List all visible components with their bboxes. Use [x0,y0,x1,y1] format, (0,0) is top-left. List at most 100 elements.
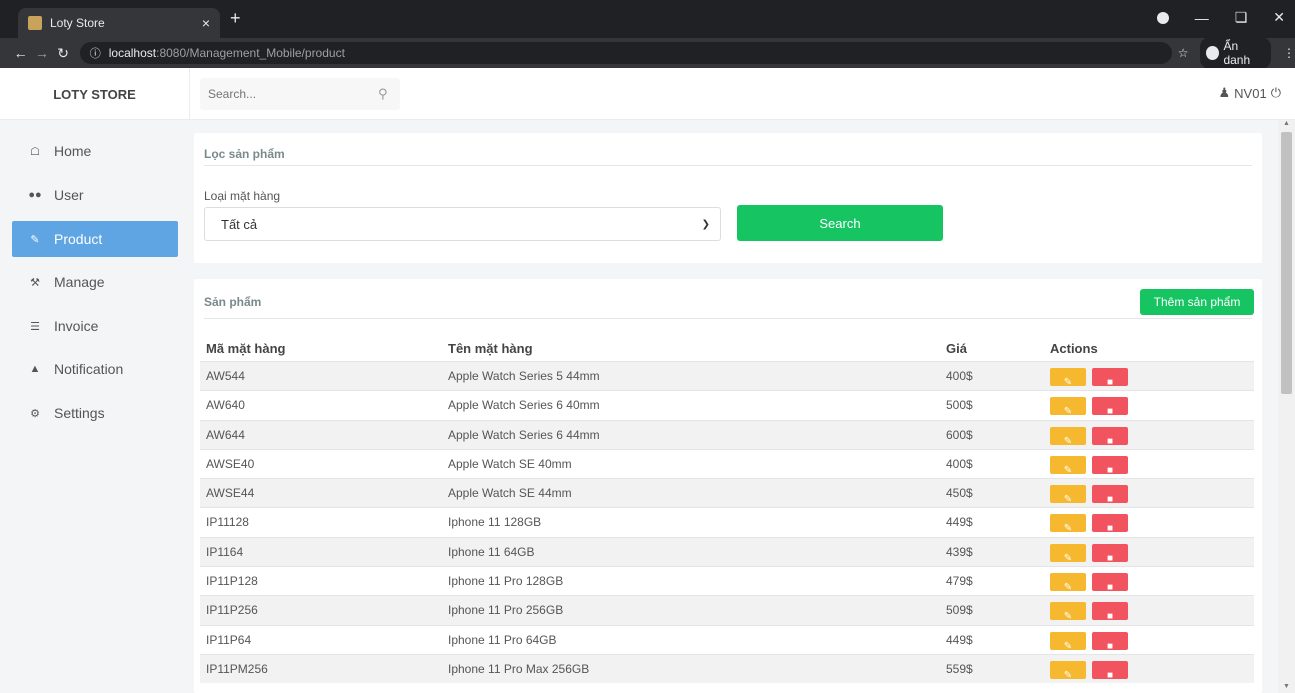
address-bar: ← → ↻ ⓘ localhost :8080/Management_Mobil… [0,37,1295,69]
sidebar-item-home[interactable]: ☖ Home [12,133,178,169]
column-header-name[interactable]: Tên mặt hàng [448,337,533,361]
cell-price: 439$ [946,544,973,559]
table-row: IP11P256 Iphone 11 Pro 256GB 509$ ✎ ■ [200,595,1254,625]
sidebar-item-invoice[interactable]: ☰ Invoice [12,308,178,344]
forward-icon[interactable]: → [31,45,52,61]
edit-button[interactable]: ✎ [1050,397,1086,417]
product-card: Sản phẩm Thêm sản phẩm Mã mặt hàng Tên m… [194,279,1262,693]
add-product-button[interactable]: Thêm sản phẩm [1140,289,1254,315]
app-header: LOTY STORE ⚲ ♟ NV01 ⏻ [0,68,1295,120]
reload-icon[interactable]: ↻ [53,45,74,62]
table-row: IP11PM256 Iphone 11 Pro Max 256GB 559$ ✎ ■ [200,653,1254,684]
delete-button[interactable]: ■ [1092,368,1128,388]
bookmark-star-icon[interactable]: ☆ [1178,46,1189,60]
minimize-icon[interactable]: — [1195,10,1209,26]
url-path: :8080/Management_Mobile/product [156,46,345,60]
back-icon[interactable]: ← [10,45,31,61]
edit-button[interactable]: ✎ [1050,514,1086,534]
new-tab-button[interactable]: + [230,8,241,29]
trash-icon: ■ [1106,669,1114,681]
delete-button[interactable]: ■ [1092,426,1128,447]
row-actions: ✎ ■ [1050,397,1128,417]
delete-button[interactable]: ■ [1092,602,1128,622]
wrench-icon: ⚒ [30,276,40,289]
search-input[interactable] [208,87,378,101]
scroll-down-icon[interactable]: ▼ [1278,683,1295,693]
power-icon[interactable]: ⏻ [1271,85,1281,101]
sidebar-item-user[interactable]: ●● User [12,177,178,213]
edit-button[interactable]: ✎ [1050,455,1086,476]
delete-button[interactable]: ■ [1092,660,1128,681]
edit-button[interactable]: ✎ [1050,543,1086,564]
edit-button[interactable]: ✎ [1050,368,1086,388]
column-header-price[interactable]: Giá [946,337,967,361]
bell-icon: ▲ [29,363,41,375]
sidebar-item-label: Notification [54,361,124,377]
close-window-icon[interactable]: ✕ [1273,9,1285,26]
cell-code: IP11P256 [206,603,258,618]
delete-button[interactable]: ■ [1092,573,1128,593]
cell-name: Apple Watch Series 6 44mm [448,427,600,442]
incognito-badge[interactable]: Ẩn danh [1200,37,1271,69]
cell-name: Apple Watch Series 6 40mm [448,398,600,413]
edit-button[interactable]: ✎ [1050,573,1086,593]
tab-close-icon[interactable]: × [202,15,210,31]
cell-price: 449$ [946,515,973,530]
page-scrollbar[interactable]: ▲ ▼ [1278,120,1295,693]
edit-button[interactable]: ✎ [1050,660,1086,681]
cell-name: Iphone 11 Pro 64GB [448,632,557,647]
sidebar-item-notification[interactable]: ▲ Notification [12,351,178,387]
search-button[interactable]: Search [737,205,943,241]
edit-button[interactable]: ✎ [1050,631,1086,652]
row-actions: ✎ ■ [1050,602,1128,622]
edit-button[interactable]: ✎ [1050,426,1086,447]
scroll-up-icon[interactable]: ▲ [1278,120,1295,130]
url-host: localhost [108,46,157,60]
sidebar-item-manage[interactable]: ⚒ Manage [12,264,178,300]
cell-price: 559$ [946,661,973,676]
cell-name: Iphone 11 128GB [448,515,542,530]
cell-code: IP11P64 [206,632,252,647]
delete-button[interactable]: ■ [1092,543,1128,564]
cogs-icon: ⚙ [30,407,40,420]
table-row: AW544 Apple Watch Series 5 44mm 400$ ✎ ■ [200,361,1254,391]
edit-button[interactable]: ✎ [1050,485,1086,505]
cell-price: 450$ [946,486,973,501]
row-actions: ✎ ■ [1050,631,1128,652]
row-actions: ✎ ■ [1050,660,1128,681]
tab-title: Loty Store [50,16,105,30]
table-row: AWSE44 Apple Watch SE 44mm 450$ ✎ ■ [200,478,1254,508]
incognito-label: Ẩn danh [1223,39,1251,67]
username: NV01 [1234,85,1267,101]
column-header-code[interactable]: Mã mặt hàng [206,337,285,361]
search-icon[interactable]: ⚲ [378,86,388,102]
scroll-thumb[interactable] [1281,132,1292,394]
maximize-icon[interactable]: ❏ [1235,9,1248,26]
table-header: Mã mặt hàng Tên mặt hàng Giá Actions [200,337,1254,361]
user-menu[interactable]: ♟ NV01 ⏻ [1219,85,1281,101]
cell-name: Iphone 11 64GB [448,544,535,559]
delete-button[interactable]: ■ [1092,514,1128,534]
url-field[interactable]: ⓘ localhost :8080/Management_Mobile/prod… [79,42,1172,64]
window-controls: — ❏ ✕ [1156,9,1285,26]
sidebar-item-settings[interactable]: ⚙ Settings [12,395,178,431]
cell-name: Apple Watch SE 44mm [448,486,572,501]
search-box: ⚲ [200,78,400,110]
category-select[interactable]: Tất cả ❯ [204,207,721,241]
cell-name: Iphone 11 Pro 128GB [448,574,564,589]
table-row: AWSE40 Apple Watch SE 40mm 400$ ✎ ■ [200,448,1254,478]
edit-button[interactable]: ✎ [1050,602,1086,622]
site-info-icon[interactable]: ⓘ [90,45,101,61]
sidebar-item-product[interactable]: ✎ Product [12,221,178,257]
delete-button[interactable]: ■ [1092,631,1128,652]
browser-tab[interactable]: Loty Store × [18,8,220,38]
delete-button[interactable]: ■ [1092,485,1128,505]
cell-name: Apple Watch Series 5 44mm [448,369,600,383]
product-table-body: AW544 Apple Watch Series 5 44mm 400$ ✎ ■ AW64… [200,361,1254,684]
delete-button[interactable]: ■ [1092,397,1128,417]
browser-menu-icon[interactable]: ⋮ [1283,46,1295,60]
cell-code: IP1164 [206,544,244,559]
extension-icon[interactable] [1156,11,1169,24]
brand-logo[interactable]: LOTY STORE [0,68,190,120]
delete-button[interactable]: ■ [1092,455,1128,476]
